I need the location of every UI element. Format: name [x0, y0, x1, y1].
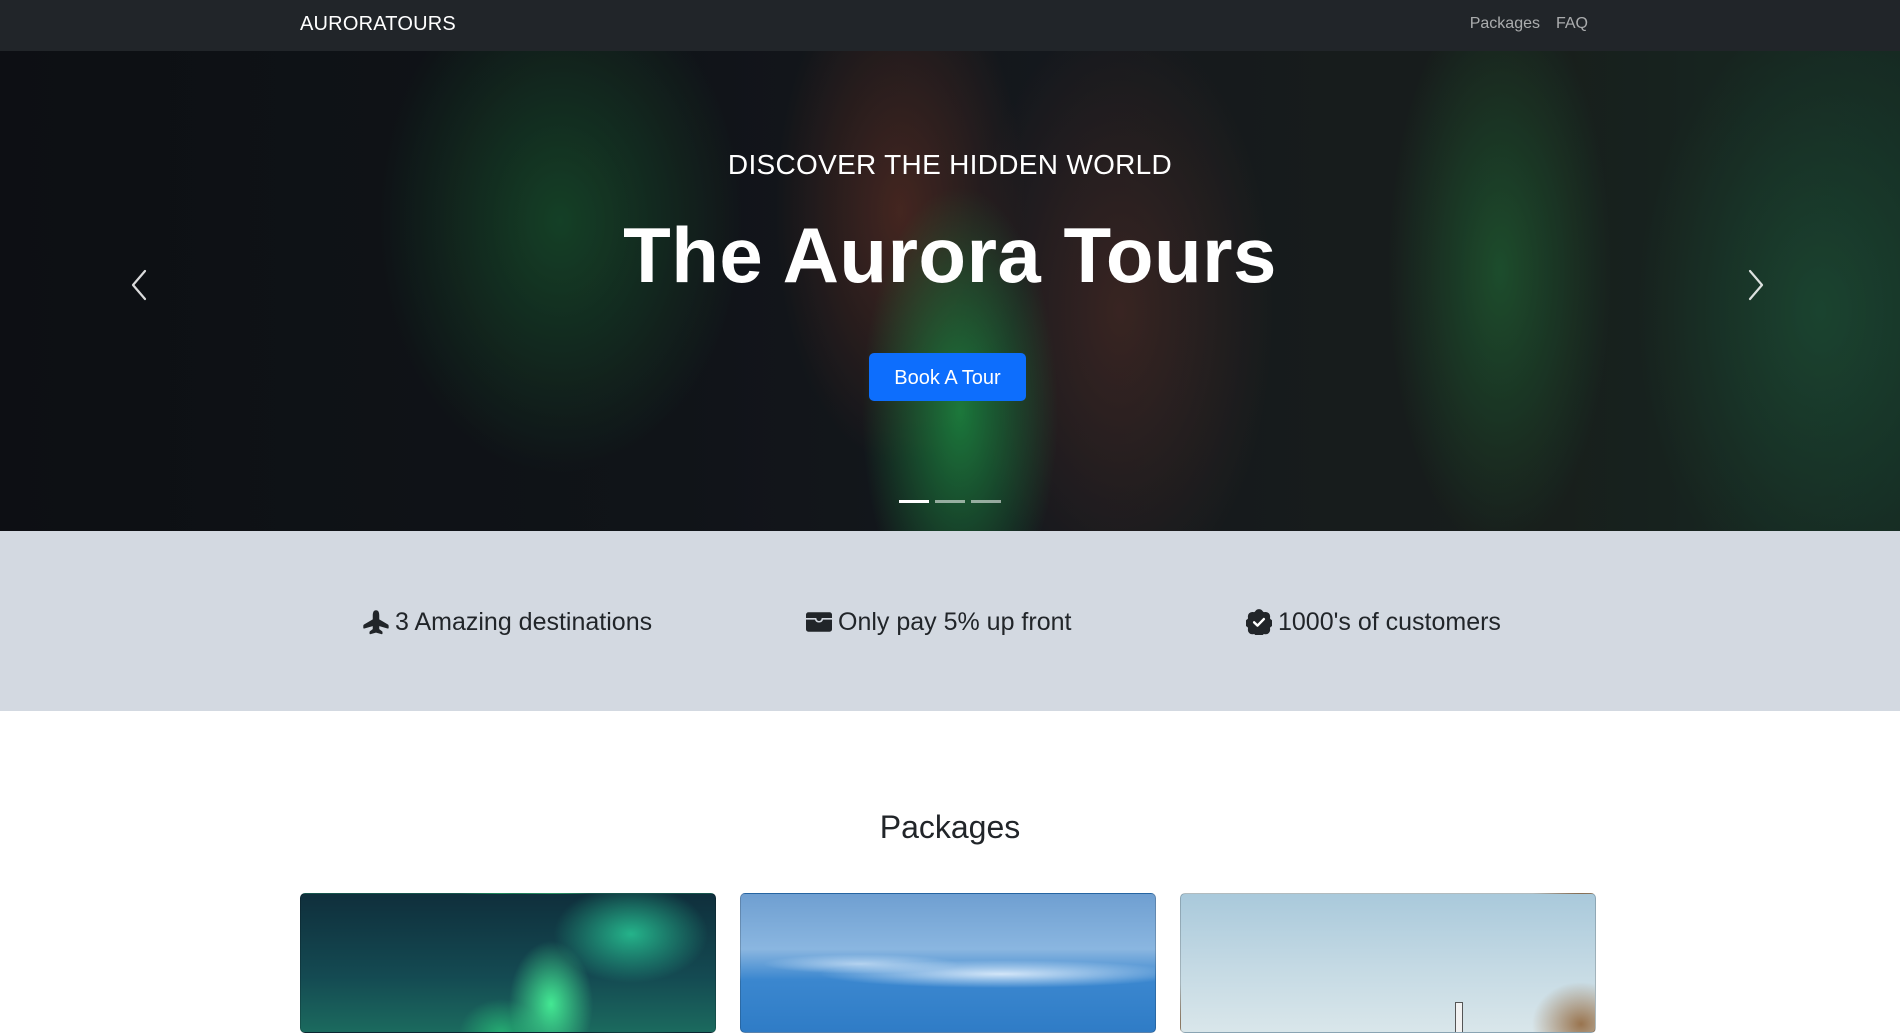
package-image	[301, 894, 715, 1032]
carousel-next-button[interactable]	[1735, 265, 1775, 305]
lighthouse-image	[1455, 1002, 1463, 1032]
features-strip: 3 Amazing destinations Only pay 5% up fr…	[0, 531, 1900, 711]
chevron-left-icon	[131, 269, 147, 301]
package-image	[741, 894, 1155, 1032]
hero-content: DISCOVER THE HIDDEN WORLD The Aurora Tou…	[0, 51, 1900, 531]
package-card-aurora[interactable]	[300, 893, 716, 1033]
feature-text: Only pay 5% up front	[838, 608, 1072, 636]
feature-payment: Only pay 5% up front	[806, 607, 1071, 637]
hero-title: The Aurora Tours	[623, 211, 1277, 299]
chevron-right-icon	[1748, 269, 1764, 301]
feature-destinations: 3 Amazing destinations	[363, 607, 652, 637]
hero-subtitle: DISCOVER THE HIDDEN WORLD	[727, 149, 1173, 180]
patch-check-icon	[1246, 609, 1272, 635]
brand-logo[interactable]: AURORATOURS	[300, 12, 456, 36]
package-card-sea[interactable]	[740, 893, 1156, 1033]
carousel-prev-button[interactable]	[120, 265, 160, 305]
package-image	[1181, 894, 1595, 1032]
nav-link-packages[interactable]: Packages	[1470, 15, 1540, 33]
package-card-coast[interactable]	[1180, 893, 1596, 1033]
feature-customers: 1000's of customers	[1246, 607, 1501, 637]
airplane-icon	[363, 610, 389, 635]
carousel-indicator-3[interactable]	[971, 500, 1001, 503]
nav-links: Packages FAQ	[1470, 15, 1588, 33]
carousel-indicators	[0, 500, 1900, 503]
wallet-icon	[806, 612, 832, 632]
feature-text: 1000's of customers	[1278, 608, 1501, 636]
hero-carousel: DISCOVER THE HIDDEN WORLD The Aurora Tou…	[0, 51, 1900, 531]
carousel-indicator-2[interactable]	[935, 500, 965, 503]
carousel-indicator-1[interactable]	[899, 500, 929, 503]
nav-link-faq[interactable]: FAQ	[1556, 15, 1588, 33]
navbar: AURORATOURS Packages FAQ	[0, 0, 1900, 51]
book-tour-button[interactable]: Book A Tour	[869, 353, 1026, 401]
packages-heading: Packages	[879, 809, 1021, 845]
feature-text: 3 Amazing destinations	[395, 608, 653, 636]
